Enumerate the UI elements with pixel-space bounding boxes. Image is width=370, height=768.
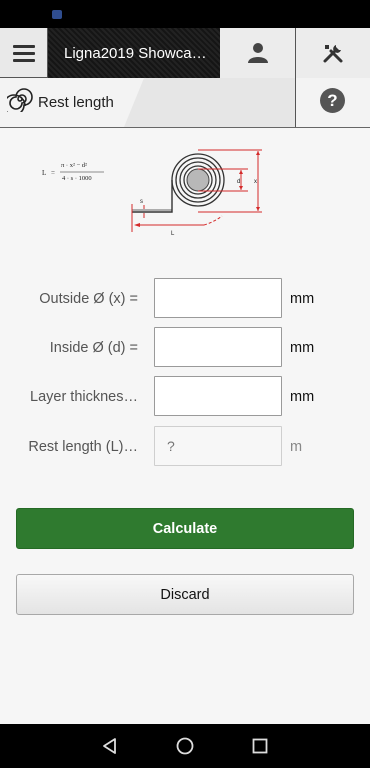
outside-diameter-row: Outside Ø (x) = mm	[0, 278, 370, 320]
layer-thickness-row: Layer thicknes… mm	[0, 376, 370, 418]
inside-diameter-unit: mm	[290, 340, 315, 356]
calculate-button[interactable]: Calculate	[16, 508, 354, 549]
section-header: Rest length ?	[0, 78, 370, 128]
diagram-label-L: L	[171, 231, 175, 237]
user-button[interactable]	[220, 28, 296, 78]
user-icon	[247, 43, 268, 63]
layer-thickness-input[interactable]	[154, 376, 282, 416]
app-title: Ligna2019 Showca…	[48, 28, 220, 78]
help-icon[interactable]: ?	[320, 88, 345, 113]
tools-icon	[323, 45, 343, 63]
tools-button[interactable]	[296, 28, 370, 78]
layer-thickness-label: Layer thicknes…	[30, 389, 138, 405]
inside-diameter-row: Inside Ø (d) = mm	[0, 327, 370, 369]
hamburger-icon	[12, 41, 35, 66]
rest-length-output	[154, 426, 282, 466]
formula-lhs: L	[42, 169, 46, 177]
divider	[295, 78, 296, 127]
rest-length-unit: m	[290, 439, 303, 455]
inside-diameter-input[interactable]	[154, 327, 282, 367]
spiral-icon	[7, 88, 33, 112]
svg-text:=: =	[51, 169, 55, 177]
inside-diameter-label: Inside Ø (d) =	[49, 340, 138, 356]
status-bar	[0, 0, 370, 28]
outside-diameter-unit: mm	[290, 291, 315, 307]
rest-length-label: Rest length (L)…	[28, 439, 138, 455]
back-triangle-icon[interactable]	[101, 737, 119, 755]
notification-icon	[52, 10, 62, 19]
recent-square-icon[interactable]	[251, 737, 269, 755]
outside-diameter-label: Outside Ø (x) =	[39, 291, 138, 307]
home-circle-icon[interactable]	[175, 736, 195, 756]
system-nav-bar	[0, 724, 370, 768]
diagram-label-x: x	[254, 179, 257, 185]
menu-button[interactable]	[0, 28, 48, 78]
rest-length-diagram: L = π · x² − d² 4 · s · 1000 d x s L	[42, 149, 262, 237]
discard-button[interactable]: Discard	[16, 574, 354, 615]
rest-length-row: Rest length (L)… m	[0, 426, 370, 468]
section-title: Rest length	[38, 94, 114, 111]
section-header-decoration	[124, 78, 296, 127]
layer-thickness-unit: mm	[290, 389, 315, 405]
diagram-label-d: d	[237, 179, 240, 185]
diagram-label-s: s	[140, 199, 143, 205]
outside-diameter-input[interactable]	[154, 278, 282, 318]
formula-numerator: π · x² − d²	[61, 162, 87, 169]
formula-denominator: 4 · s · 1000	[62, 175, 92, 182]
top-bar: Ligna2019 Showca…	[0, 28, 370, 78]
